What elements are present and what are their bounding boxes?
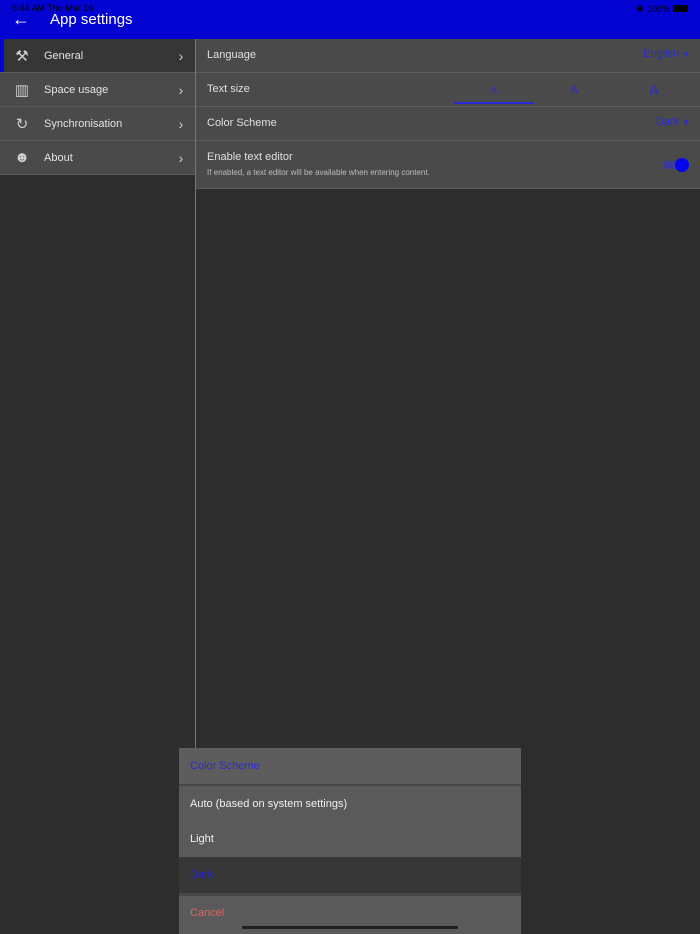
option-dark[interactable]: Dark [179, 857, 521, 893]
battery-percent: 100% [646, 3, 670, 14]
text-size-medium[interactable]: A [534, 73, 614, 107]
chevron-right-icon: › [178, 47, 184, 64]
back-arrow-icon[interactable]: ← [12, 9, 32, 29]
sidebar-item-general[interactable]: ⚒ General › [0, 39, 195, 73]
sidebar-item-label: About [44, 151, 73, 164]
text-size-row: Text size A A A [196, 73, 700, 107]
caret-down-icon: ▼ [682, 118, 690, 127]
sidebar-item-about[interactable]: ☻ About › [0, 141, 195, 175]
sidebar-item-space-usage[interactable]: ▥ Space usage › [0, 73, 195, 107]
text-editor-description: If enabled, a text editor will be availa… [207, 168, 430, 177]
text-size-selector: A A A [454, 73, 694, 107]
color-scheme-row: Color Scheme Dark ▼ [196, 107, 700, 141]
settings-sidebar: ⚒ General › ▥ Space usage › ↻ Synchronis… [0, 39, 195, 175]
app-header: 6:44 AM Thu Mar 16 ◉ 100% ← App settings [0, 0, 700, 39]
caret-down-icon: ▼ [682, 50, 690, 59]
sidebar-item-label: Space usage [44, 83, 109, 96]
sidebar-item-label: Synchronisation [44, 117, 123, 130]
sync-icon: ↻ [15, 115, 29, 133]
settings-panel: Language English ▼ Text size A A A Color … [196, 39, 700, 189]
page-title: App settings [50, 11, 133, 28]
chevron-right-icon: › [178, 149, 184, 166]
battery-icon [673, 5, 688, 12]
text-editor-label: Enable text editor [207, 151, 293, 163]
action-sheet-title: Color Scheme [179, 748, 521, 786]
text-size-small[interactable]: A [454, 73, 534, 107]
sidebar-item-synchronisation[interactable]: ↻ Synchronisation › [0, 107, 195, 141]
color-scheme-dropdown[interactable]: Dark ▼ [656, 116, 690, 128]
language-value: English [643, 48, 680, 60]
tools-icon: ⚒ [15, 47, 29, 65]
text-editor-toggle[interactable] [663, 158, 689, 172]
status-icons: ◉ 100% [636, 3, 688, 14]
color-scheme-value: Dark [655, 116, 680, 128]
text-size-label: Text size [207, 83, 250, 95]
chevron-right-icon: › [178, 115, 184, 132]
sidebar-item-label: General [44, 49, 84, 62]
option-light[interactable]: Light [179, 822, 521, 858]
text-size-large[interactable]: A [614, 73, 694, 107]
wifi-icon: ◉ [636, 3, 644, 13]
option-auto[interactable]: Auto (based on system settings) [179, 786, 521, 822]
color-scheme-action-sheet: Color Scheme Auto (based on system setti… [179, 748, 521, 934]
chevron-right-icon: › [178, 81, 184, 98]
language-dropdown[interactable]: English ▼ [643, 48, 690, 60]
language-row: Language English ▼ [196, 39, 700, 73]
text-editor-row: Enable text editor If enabled, a text ed… [196, 141, 700, 189]
home-indicator[interactable] [242, 926, 458, 929]
bar-chart-icon: ▥ [14, 81, 30, 99]
people-icon: ☻ [14, 149, 30, 166]
toggle-knob [675, 158, 689, 172]
color-scheme-label: Color Scheme [207, 117, 277, 129]
language-label: Language [207, 49, 256, 61]
